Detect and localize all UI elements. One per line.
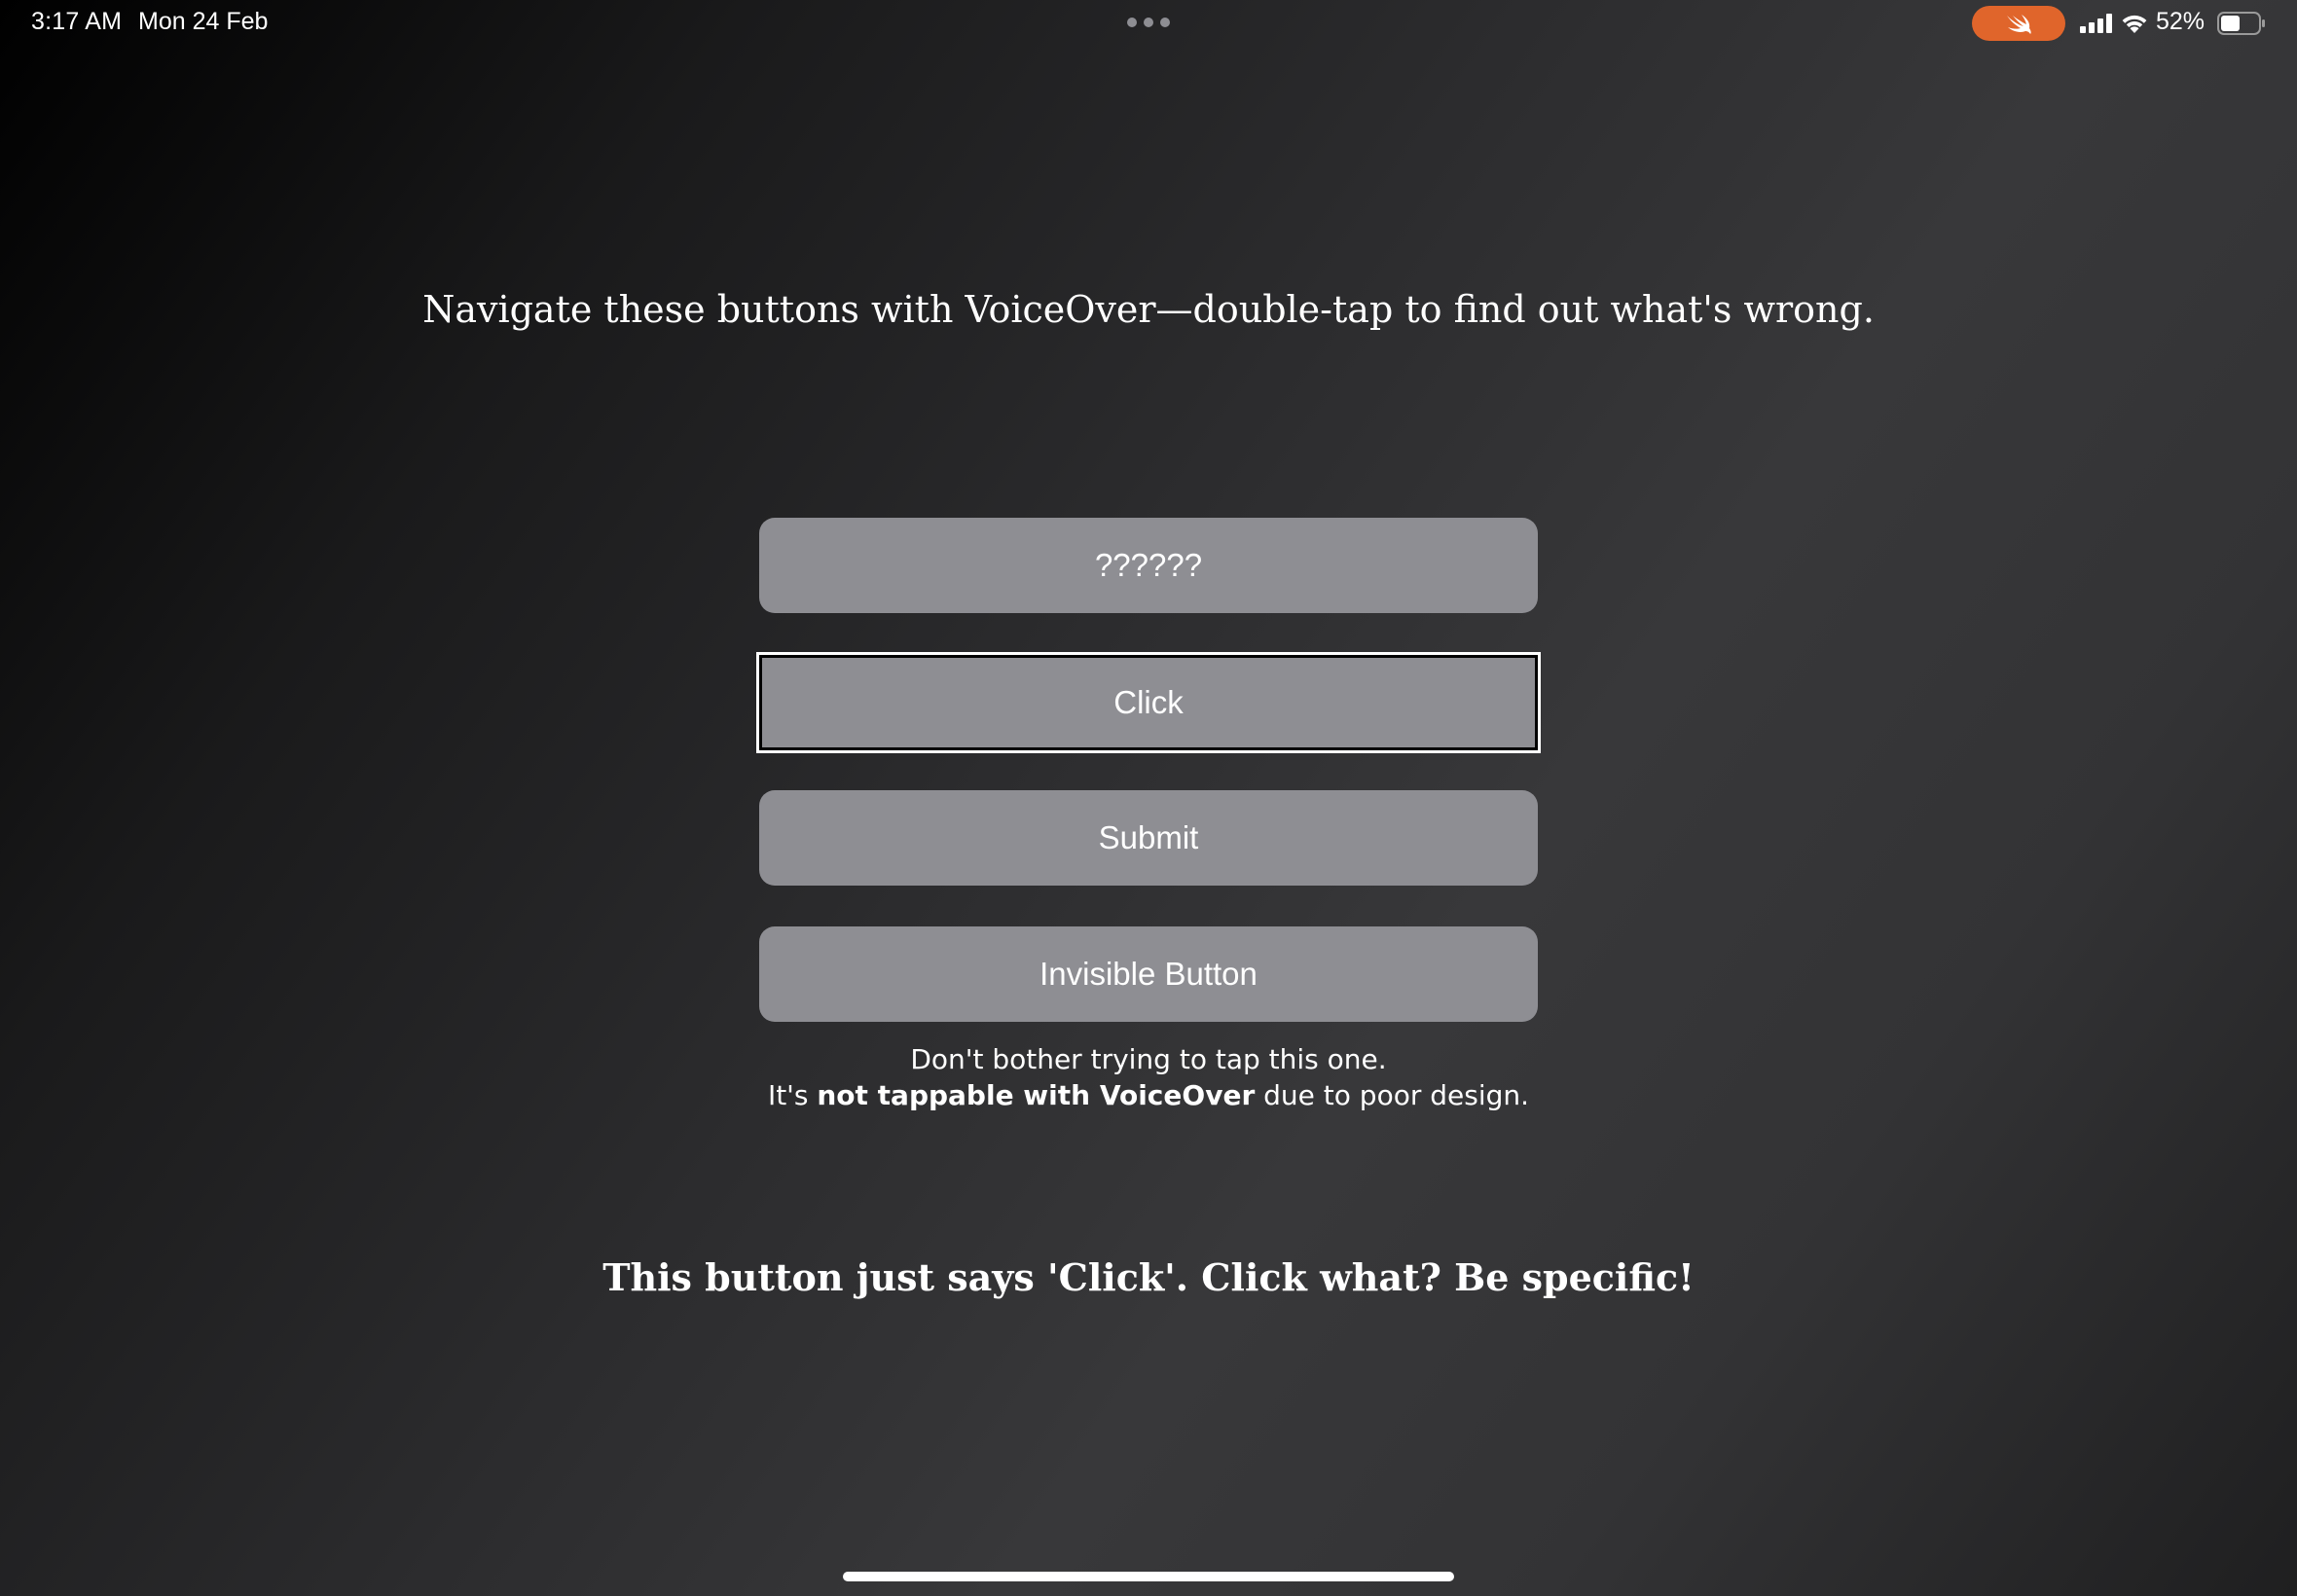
note-line-2-bold: not tappable with VoiceOver [817, 1079, 1256, 1111]
battery-percent: 52% [2156, 8, 2206, 35]
home-indicator[interactable] [843, 1572, 1454, 1581]
multitasking-dots-icon[interactable] [1127, 18, 1170, 27]
submit-button[interactable]: Submit [759, 790, 1538, 886]
note-line-2: It's not tappable with VoiceOver due to … [0, 1077, 2297, 1113]
wifi-icon [2122, 15, 2147, 33]
feedback-message: This button just says 'Click'. Click wha… [602, 1255, 1695, 1299]
cellular-signal-icon [2080, 14, 2112, 33]
swift-playgrounds-icon[interactable] [1972, 6, 2065, 41]
note-line-1: Don't bother trying to tap this one. [910, 1043, 1387, 1075]
note-line-2-prefix: It's [767, 1079, 818, 1111]
click-button[interactable]: Click [756, 652, 1541, 753]
status-bar: 3:17 AM Mon 24 Feb 52% [0, 0, 2297, 47]
invisible-button[interactable]: Invisible Button [759, 926, 1538, 1022]
status-time: 3:17 AM [31, 8, 123, 35]
unlabeled-question-button[interactable]: ?????? [759, 518, 1538, 613]
note-line-2-suffix: due to poor design. [1255, 1079, 1530, 1111]
page-headline: Navigate these buttons with VoiceOver—do… [422, 288, 1875, 331]
invisible-button-note: Don't bother trying to tap this one. It'… [0, 1041, 2297, 1113]
battery-icon [2217, 12, 2265, 35]
status-date: Mon 24 Feb [138, 8, 269, 35]
